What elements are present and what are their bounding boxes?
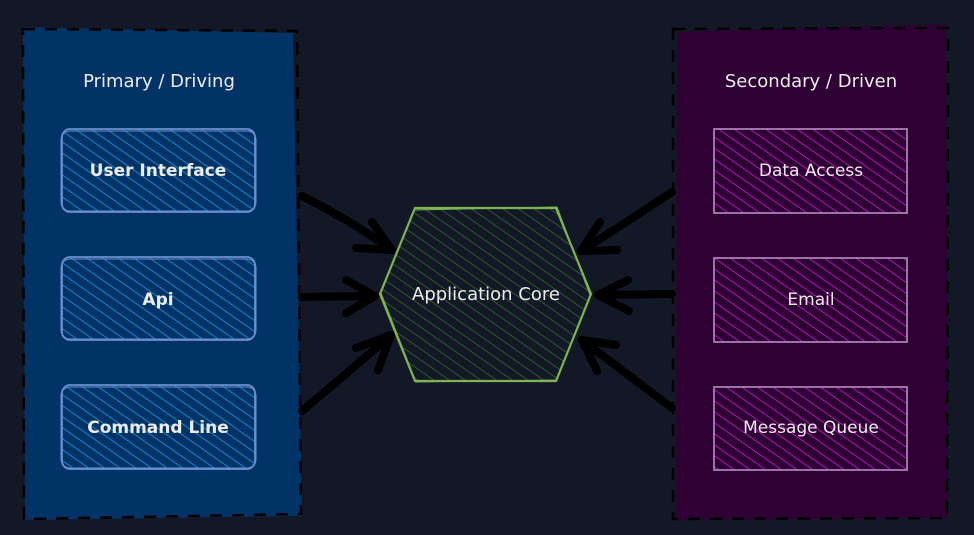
node-email[interactable]: Email (713, 257, 908, 343)
arrow-user-interface-to-core (298, 192, 396, 254)
arrow-data-access-to-core (577, 188, 676, 255)
node-user-interface-label: User Interface (90, 161, 227, 181)
secondary-group[interactable]: Secondary / Driven Data Access Email Mes… (671, 24, 950, 521)
arrow-message-queue-to-core (578, 336, 676, 412)
node-data-access[interactable]: Data Access (713, 128, 908, 214)
arrow-email-to-core (594, 276, 676, 315)
application-core[interactable]: Application Core (378, 206, 593, 383)
primary-group[interactable]: Primary / Driving User Interface Api Com… (21, 27, 303, 521)
secondary-group-title: Secondary / Driven (725, 71, 897, 92)
node-data-access-label: Data Access (759, 161, 863, 181)
node-email-label: Email (787, 290, 834, 310)
application-core-label: Application Core (412, 284, 560, 305)
node-message-queue[interactable]: Message Queue (713, 386, 908, 471)
node-command-line[interactable]: Command Line (60, 384, 257, 470)
node-command-line-label: Command Line (87, 418, 229, 438)
arrow-command-line-to-core (298, 331, 395, 415)
primary-group-title: Primary / Driving (83, 71, 235, 92)
node-api[interactable]: Api (60, 256, 257, 341)
arrow-api-to-core (298, 276, 379, 317)
node-user-interface[interactable]: User Interface (60, 128, 257, 213)
node-message-queue-label: Message Queue (743, 418, 879, 438)
hexagonal-architecture-diagram: Primary / Driving User Interface Api Com… (21, 24, 950, 521)
node-api-label: Api (142, 290, 173, 310)
